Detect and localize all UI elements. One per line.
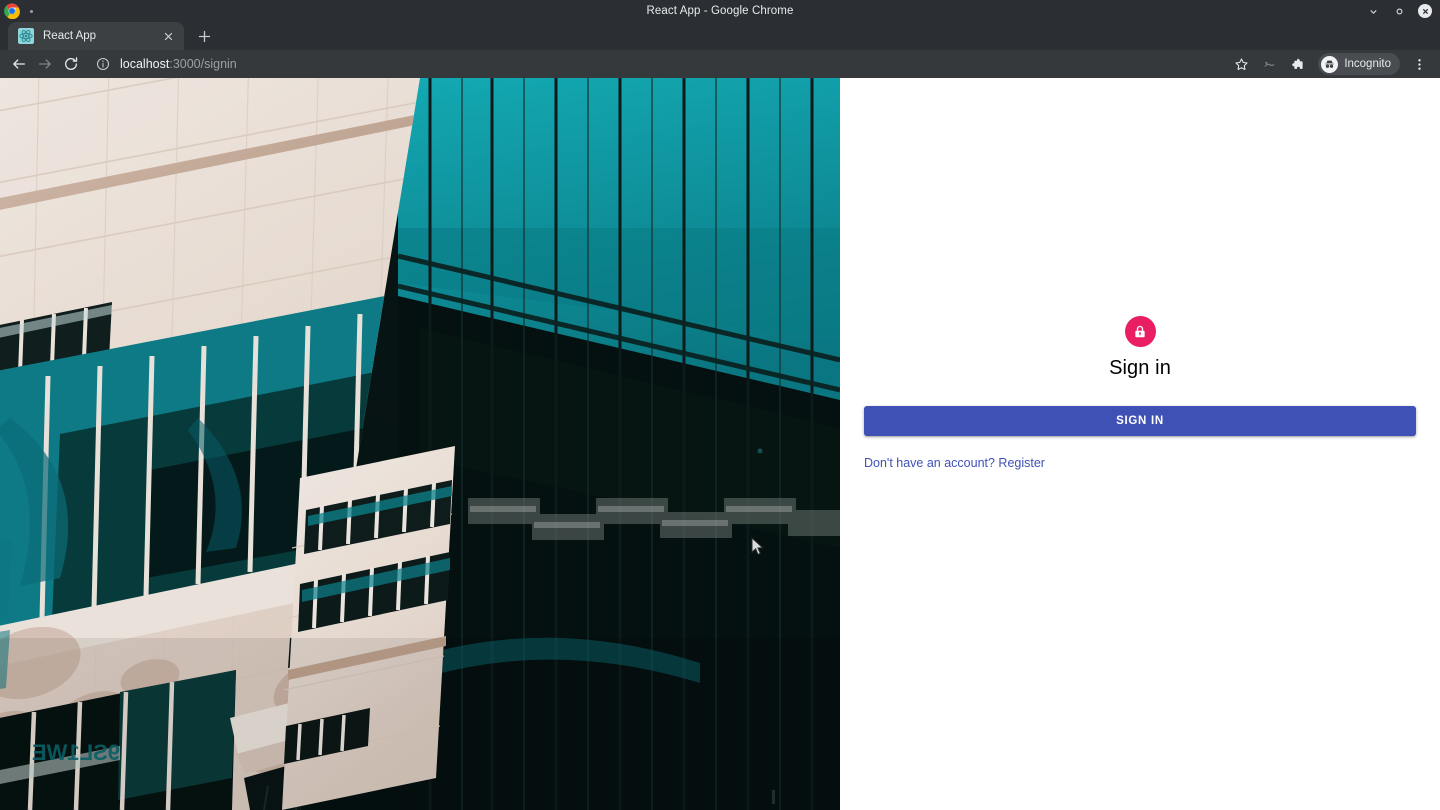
chrome-window: React App - Google Chrome React App loca… xyxy=(0,0,1440,810)
chrome-menu-icon[interactable] xyxy=(1406,51,1432,77)
tab-strip: React App xyxy=(0,22,1440,50)
minimize-button[interactable] xyxy=(1366,4,1380,18)
page-viewport: 9SL1WE Sign in SIGN IN Don't have an acc… xyxy=(0,78,1440,810)
tab-title: React App xyxy=(43,30,97,42)
react-logo-icon xyxy=(18,28,34,44)
site-info-icon[interactable] xyxy=(94,55,112,73)
close-button[interactable] xyxy=(1418,4,1432,18)
window-controls xyxy=(1366,4,1440,18)
signin-form: Sign in SIGN IN Don't have an account? R… xyxy=(864,316,1416,810)
url-path: :3000/signin xyxy=(169,57,237,71)
register-link[interactable]: Don't have an account? Register xyxy=(864,456,1045,470)
window-status-dot xyxy=(30,9,33,13)
chrome-logo-icon xyxy=(4,3,20,20)
hero-image: 9SL1WE xyxy=(0,78,840,810)
title-bar: React App - Google Chrome xyxy=(0,0,1440,22)
maximize-button[interactable] xyxy=(1392,4,1406,18)
sign-in-button[interactable]: SIGN IN xyxy=(864,406,1416,436)
profile-label: Incognito xyxy=(1344,58,1391,70)
new-tab-button[interactable] xyxy=(190,22,218,50)
address-bar[interactable]: localhost:3000/signin xyxy=(92,52,1222,76)
tab-close-icon[interactable] xyxy=(160,28,176,44)
browser-tab[interactable]: React App xyxy=(8,22,184,50)
bookmark-star-icon[interactable] xyxy=(1228,51,1254,77)
signin-panel: Sign in SIGN IN Don't have an account? R… xyxy=(840,78,1440,810)
extension-icon[interactable] xyxy=(1256,51,1282,77)
url-host: localhost xyxy=(120,57,170,71)
page-title: Sign in xyxy=(1109,357,1171,379)
profile-incognito-button[interactable]: Incognito xyxy=(1318,53,1400,75)
browser-toolbar: localhost:3000/signin Incognito xyxy=(0,50,1440,78)
toolbar-actions: Incognito xyxy=(1228,51,1432,77)
building-illustration: 9SL1WE xyxy=(0,78,840,810)
back-icon[interactable] xyxy=(6,51,32,77)
reload-icon[interactable] xyxy=(58,51,84,77)
incognito-avatar-icon xyxy=(1321,55,1339,73)
register-row: Don't have an account? Register xyxy=(864,454,1416,472)
url-text: localhost:3000/signin xyxy=(120,57,237,71)
lock-icon xyxy=(1124,316,1156,347)
extensions-puzzle-icon[interactable] xyxy=(1284,51,1310,77)
forward-icon[interactable] xyxy=(32,51,58,77)
window-title: React App - Google Chrome xyxy=(646,5,794,17)
